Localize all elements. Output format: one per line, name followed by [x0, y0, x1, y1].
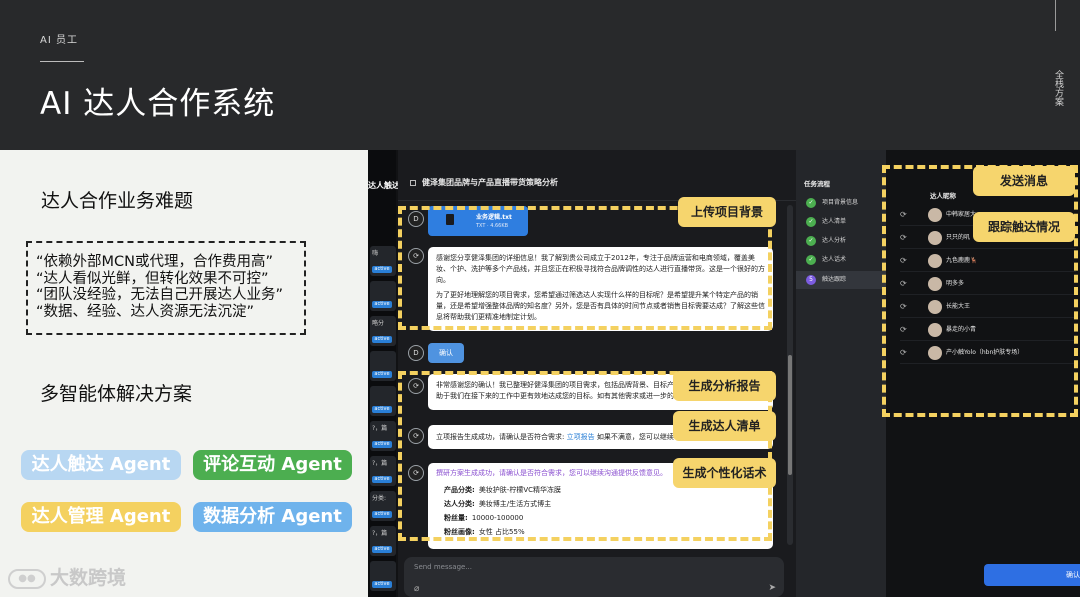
- logo-icon: ●●: [8, 568, 46, 589]
- status-badge: active: [372, 546, 392, 553]
- sidebar-conversation-item[interactable]: active: [370, 281, 396, 311]
- sidebar-conversation-item[interactable]: ?，篇 active: [370, 526, 396, 556]
- task-step[interactable]: ✓ 达人清单: [796, 213, 886, 231]
- problems-quote-box: “依赖外部MCN或代理，合作费用高” “达人看似光鲜，但转化效果不可控” “团队…: [26, 241, 306, 335]
- confirm-message: 确认: [428, 343, 464, 363]
- slide-title: AI 达人合作系统: [40, 86, 276, 122]
- annotation-frame-tracking: [882, 165, 1078, 417]
- chat-scrollbar[interactable]: [787, 205, 793, 545]
- agent-pill-management: 达人管理 Agent: [21, 502, 181, 532]
- annotation-list: 生成达人清单: [673, 411, 776, 441]
- status-badge: active: [372, 266, 392, 273]
- logo-text: 大数跨境: [50, 567, 127, 589]
- status-badge: active: [372, 511, 392, 518]
- annotation-script: 生成个性化话术: [673, 458, 776, 488]
- problems-title: 达人合作业务难题: [41, 190, 194, 212]
- status-badge: active: [372, 336, 392, 343]
- left-panel: 达人合作业务难题 “依赖外部MCN或代理，合作费用高” “达人看似光鲜，但转化效…: [0, 150, 372, 597]
- task-step[interactable]: ✓ 项目背景信息: [796, 194, 886, 212]
- input-placeholder: Send message...: [414, 563, 472, 571]
- agent-pill-outreach: 达人触达 Agent: [21, 450, 181, 480]
- task-flow-panel: 任务流程 ✓ 项目背景信息 ✓ 达人清单 ✓ 达人分析 ✓ 达人话术 5 触达跟踪: [796, 150, 886, 597]
- app-brand: 达人触达: [368, 181, 400, 190]
- status-badge: active: [372, 406, 392, 413]
- menu-icon[interactable]: [410, 179, 416, 186]
- sidebar-conversation-item[interactable]: ?，篇 active: [370, 421, 396, 451]
- status-badge: active: [372, 441, 392, 448]
- agent-pill-analytics: 数据分析 Agent: [193, 502, 352, 532]
- sidebar-conversation-item[interactable]: active: [370, 561, 396, 591]
- sidebar-conversation-item[interactable]: 略分 active: [370, 316, 396, 346]
- step-number: 5: [806, 275, 816, 285]
- sidebar-conversation-item[interactable]: 嗨 active: [370, 246, 396, 276]
- chat-header: 健泽集团品牌与产品直播带货策略分析: [398, 177, 796, 193]
- task-step[interactable]: ✓ 达人分析: [796, 232, 886, 250]
- annotation-upload: 上传项目背景: [678, 197, 776, 227]
- brand-logo: ●● 大数跨境: [8, 563, 127, 589]
- header-divider: [40, 61, 84, 62]
- annotation-report: 生成分析报告: [673, 371, 776, 401]
- send-icon[interactable]: ➤: [768, 583, 776, 593]
- header-vertical-divider: [1055, 0, 1056, 31]
- check-icon: ✓: [806, 198, 816, 208]
- side-caption: 全栈方案: [1053, 70, 1063, 106]
- message-input[interactable]: Send message... ⌀ ➤: [404, 557, 784, 597]
- slide-tag: AI 员工: [40, 35, 78, 46]
- annotation-send: 发送消息: [973, 166, 1075, 196]
- solution-title: 多智能体解决方案: [40, 383, 193, 405]
- sidebar-conversation-item[interactable]: 分类: active: [370, 491, 396, 521]
- task-step[interactable]: ✓ 达人话术: [796, 251, 886, 269]
- quote-item: “依赖外部MCN或代理，合作费用高”: [36, 254, 274, 270]
- quote-item: “数据、经验、达人资源无法沉淀”: [36, 303, 255, 320]
- sidebar-conversation-item[interactable]: ?，篇 active: [370, 456, 396, 486]
- status-badge: active: [372, 581, 392, 588]
- scrollbar-thumb[interactable]: [788, 355, 792, 475]
- quote-item: “团队没经验，无法自己开展达人业务”: [36, 287, 284, 303]
- status-badge: active: [372, 301, 392, 308]
- chat-title: 健泽集团品牌与产品直播带货策略分析: [422, 178, 558, 187]
- sidebar-conversation-item[interactable]: active: [370, 351, 396, 381]
- check-icon: ✓: [806, 236, 816, 246]
- check-icon: ✓: [806, 217, 816, 227]
- confirm-button[interactable]: 确认: [984, 564, 1080, 586]
- agent-pill-comment: 评论互动 Agent: [193, 450, 352, 480]
- attach-icon[interactable]: ⌀: [414, 584, 419, 594]
- check-icon: ✓: [806, 255, 816, 265]
- task-flow-title: 任务流程: [804, 180, 830, 188]
- status-badge: active: [372, 476, 392, 483]
- slide-header: AI 员工 AI 达人合作系统 全栈方案: [0, 0, 1080, 150]
- app-sidebar: 达人触达 嗨 active active 略分 active active acti…: [368, 150, 400, 597]
- sidebar-conversation-item[interactable]: active: [370, 386, 396, 416]
- user-avatar: D: [408, 345, 424, 361]
- quote-item: “达人看似光鲜，但转化效果不可控”: [36, 270, 269, 287]
- task-step-active[interactable]: 5 触达跟踪: [796, 271, 886, 289]
- status-badge: active: [372, 371, 392, 378]
- annotation-track: 跟踪触达情况: [973, 212, 1075, 242]
